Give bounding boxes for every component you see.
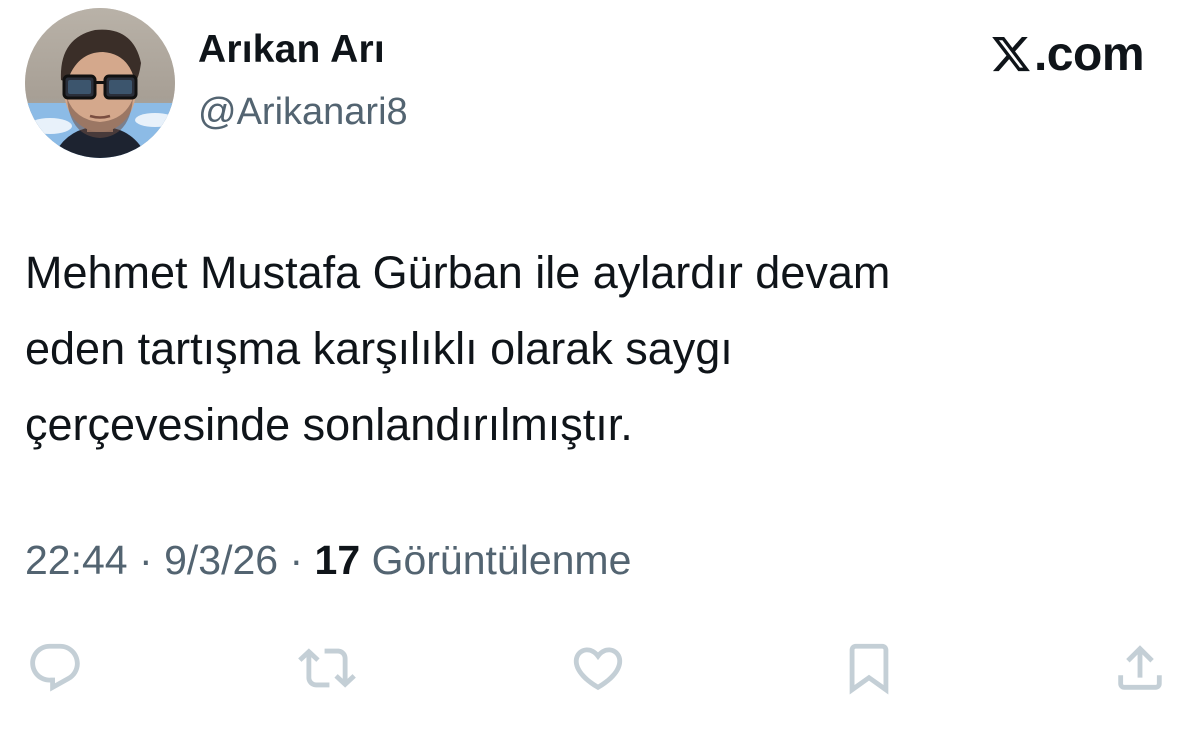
tweet-date[interactable]: 9/3/26	[164, 537, 278, 583]
action-bar	[0, 638, 1200, 698]
share-icon	[1118, 645, 1162, 690]
tweet-meta: 22:44 · 9/3/26 · 17 Görüntülenme	[25, 530, 631, 590]
brand-watermark: .com	[990, 24, 1145, 84]
bookmark-icon	[849, 643, 889, 695]
avatar[interactable]	[25, 8, 175, 158]
x-logo-icon	[992, 36, 1030, 72]
reply-button[interactable]	[25, 638, 85, 698]
reply-icon	[30, 643, 80, 692]
meta-separator: ·	[289, 537, 304, 583]
bookmark-button[interactable]	[839, 638, 899, 698]
views-label: Görüntülenme	[371, 537, 632, 583]
tweet-time[interactable]: 22:44	[25, 537, 128, 583]
tweet-card: Arıkan Arı @Arikanari8 .com Mehmet Musta…	[0, 0, 1200, 748]
retweet-icon	[298, 648, 356, 688]
like-icon	[573, 647, 623, 691]
retweet-button[interactable]	[297, 638, 357, 698]
share-button[interactable]	[1110, 638, 1170, 698]
author-info: Arıkan Arı @Arikanari8	[198, 22, 408, 138]
user-handle[interactable]: @Arikanari8	[198, 86, 408, 138]
meta-separator: ·	[139, 537, 153, 583]
views-count: 17	[314, 537, 361, 583]
brand-domain-text: .com	[1033, 27, 1145, 81]
avatar-image	[25, 8, 175, 158]
tweet-text: Mehmet Mustafa Gürban ile aylardır devam…	[25, 247, 891, 450]
display-name[interactable]: Arıkan Arı	[198, 22, 408, 78]
like-button[interactable]	[568, 638, 628, 698]
